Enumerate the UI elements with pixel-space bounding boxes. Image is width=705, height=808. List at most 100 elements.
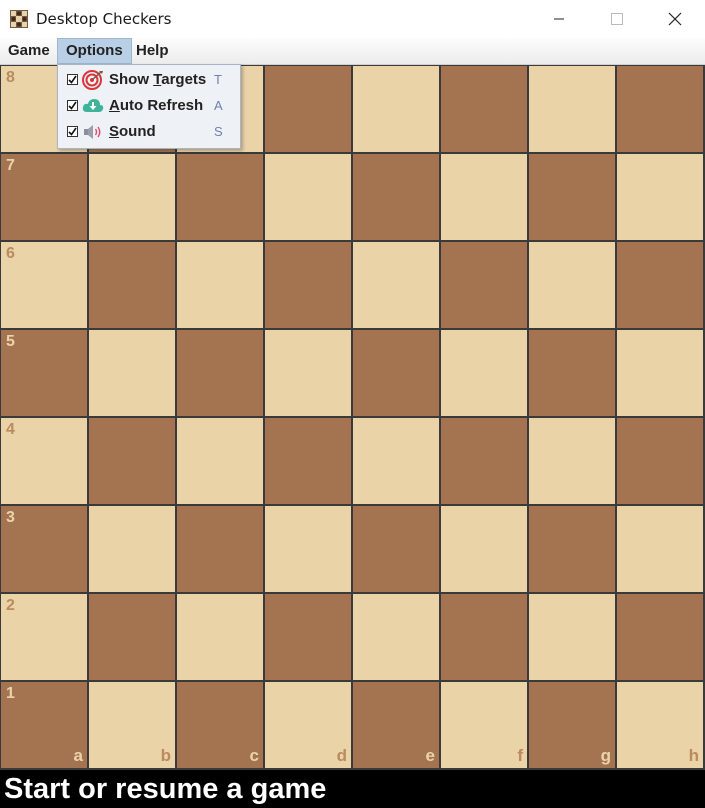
title-bar[interactable]: Desktop Checkers [0,0,705,39]
menu-item-sound[interactable]: Sound S [58,119,240,145]
file-label: f [517,746,523,765]
file-label: b [160,746,171,765]
square-d2[interactable] [265,594,351,680]
square-d7[interactable] [265,154,351,240]
sound-checkbox[interactable] [67,126,78,137]
square-h1[interactable]: h [617,682,703,768]
checkmark-icon [68,127,77,136]
square-g2[interactable] [529,594,615,680]
menu-help[interactable]: Help [128,38,177,64]
menu-game[interactable]: Game [0,38,58,64]
checkmark-icon [68,101,77,110]
square-b3[interactable] [89,506,175,592]
rank-label: 4 [6,421,15,438]
square-e2[interactable] [353,594,439,680]
menu-item-show-targets[interactable]: Show Targets T [58,67,240,93]
close-button[interactable] [646,0,704,38]
square-e5[interactable] [353,330,439,416]
square-d5[interactable] [265,330,351,416]
square-g4[interactable] [529,418,615,504]
square-g5[interactable] [529,330,615,416]
square-f2[interactable] [441,594,527,680]
square-f3[interactable] [441,506,527,592]
square-c3[interactable] [177,506,263,592]
square-a4[interactable]: 4 [1,418,87,504]
cloud-download-icon [82,99,104,112]
square-c6[interactable] [177,242,263,328]
file-label: c [249,746,259,765]
minimize-icon [554,18,564,20]
square-a3[interactable]: 3 [1,506,87,592]
rank-label: 6 [6,245,15,262]
square-f6[interactable] [441,242,527,328]
square-h6[interactable] [617,242,703,328]
auto-refresh-label: Auto Refresh [109,97,204,114]
auto-refresh-checkbox[interactable] [67,100,78,111]
square-d8[interactable] [265,66,351,152]
square-g6[interactable] [529,242,615,328]
status-message: Start or resume a game [4,773,327,805]
square-d4[interactable] [265,418,351,504]
square-d3[interactable] [265,506,351,592]
square-f5[interactable] [441,330,527,416]
square-c2[interactable] [177,594,263,680]
square-b6[interactable] [89,242,175,328]
square-g1[interactable]: g [529,682,615,768]
square-a7[interactable]: 7 [1,154,87,240]
square-b4[interactable] [89,418,175,504]
square-b5[interactable] [89,330,175,416]
status-bar: Start or resume a game [0,770,705,808]
minimize-button[interactable] [530,0,588,38]
square-c7[interactable] [177,154,263,240]
square-b2[interactable] [89,594,175,680]
square-g3[interactable] [529,506,615,592]
square-f4[interactable] [441,418,527,504]
square-b1[interactable]: b [89,682,175,768]
square-e8[interactable] [353,66,439,152]
square-e4[interactable] [353,418,439,504]
square-h3[interactable] [617,506,703,592]
rank-label: 5 [6,333,15,350]
rank-label: 8 [6,69,15,86]
checkers-board-icon [10,10,28,28]
square-d6[interactable] [265,242,351,328]
square-a2[interactable]: 2 [1,594,87,680]
square-f1[interactable]: f [441,682,527,768]
square-a5[interactable]: 5 [1,330,87,416]
sound-shortcut: S [214,124,223,139]
square-g8[interactable] [529,66,615,152]
maximize-button[interactable] [588,0,646,38]
target-icon [82,70,103,90]
square-h7[interactable] [617,154,703,240]
square-e6[interactable] [353,242,439,328]
square-e3[interactable] [353,506,439,592]
square-h5[interactable] [617,330,703,416]
rank-label: 3 [6,509,15,526]
square-d1[interactable]: d [265,682,351,768]
sound-label: Sound [109,123,156,140]
square-c1[interactable]: c [177,682,263,768]
menu-options[interactable]: Options [57,38,132,64]
square-h4[interactable] [617,418,703,504]
options-menu-dropdown: Show Targets T Auto Refresh A Sound S [57,64,241,149]
square-f8[interactable] [441,66,527,152]
square-a1[interactable]: 1a [1,682,87,768]
square-c4[interactable] [177,418,263,504]
square-g7[interactable] [529,154,615,240]
file-label: d [336,746,347,765]
rank-label: 2 [6,597,15,614]
square-f7[interactable] [441,154,527,240]
square-a6[interactable]: 6 [1,242,87,328]
file-label: a [73,746,83,765]
menu-item-auto-refresh[interactable]: Auto Refresh A [58,93,240,119]
square-e1[interactable]: e [353,682,439,768]
square-h8[interactable] [617,66,703,152]
square-h2[interactable] [617,594,703,680]
checkers-board[interactable]: 8 7 6 5 4 3 2 1a b c de f gh [0,65,705,770]
square-c5[interactable] [177,330,263,416]
square-b7[interactable] [89,154,175,240]
square-e7[interactable] [353,154,439,240]
file-label: g [600,746,611,765]
show-targets-checkbox[interactable] [67,74,78,85]
show-targets-label: Show Targets [109,71,207,88]
